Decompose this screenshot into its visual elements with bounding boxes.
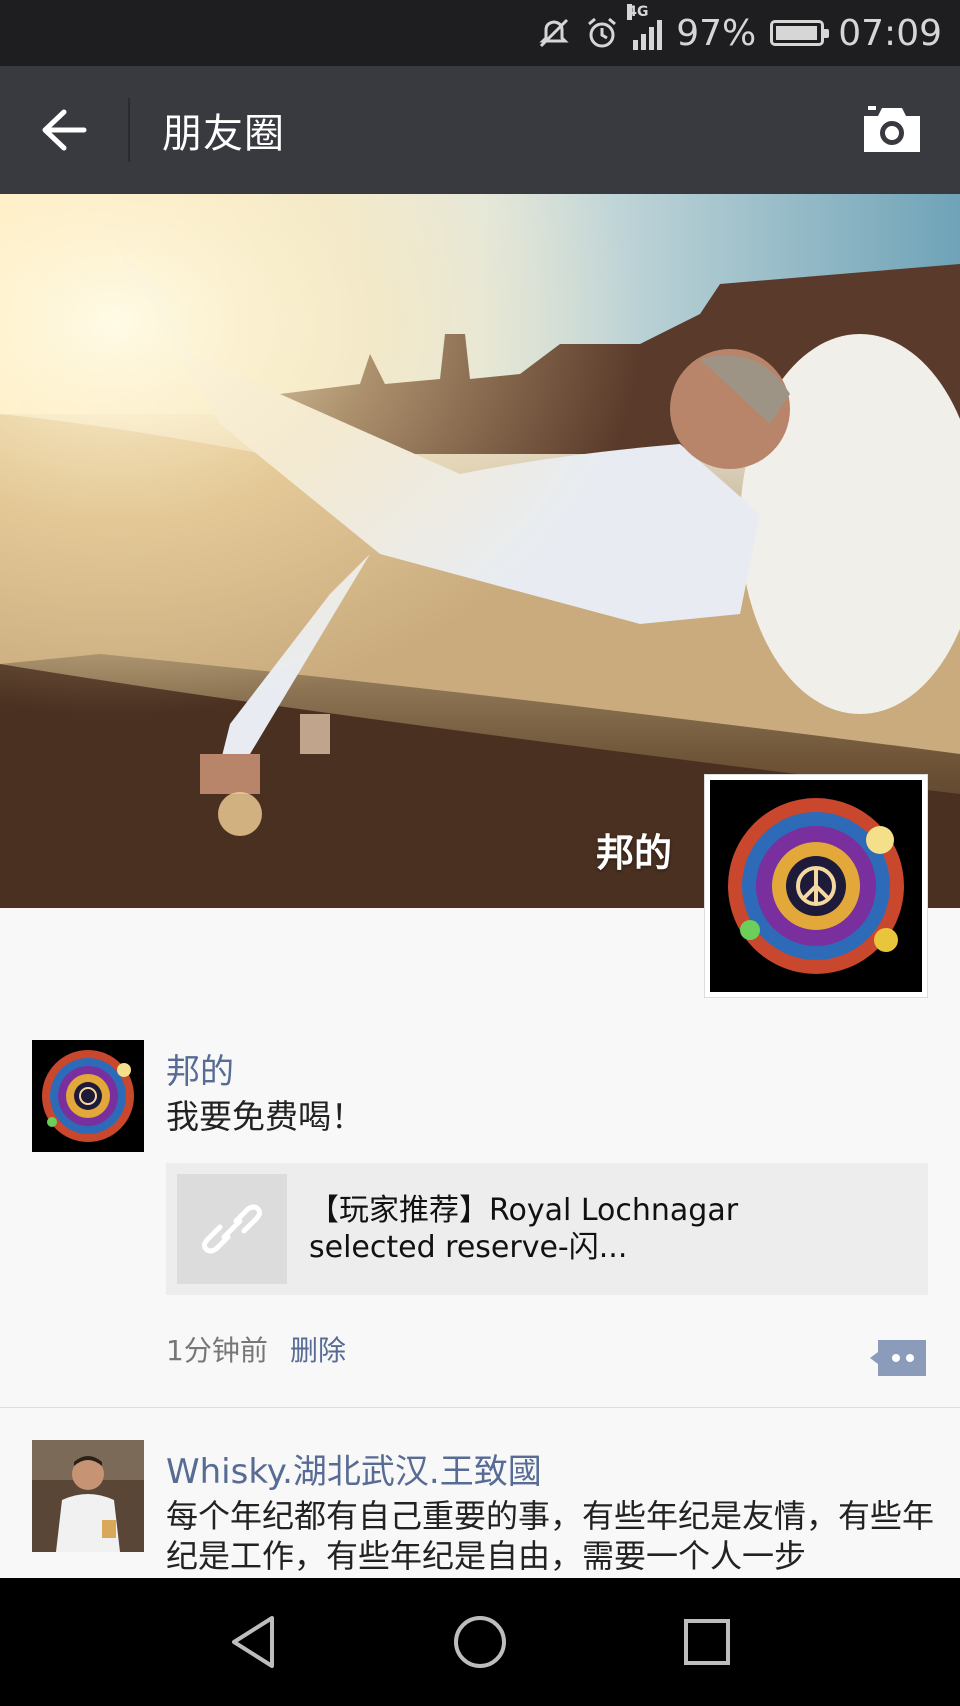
shared-link-card[interactable]: 【玩家推荐】Royal Lochnagar selected reserve-闪… <box>166 1163 928 1295</box>
title-divider <box>128 98 130 162</box>
battery-icon <box>770 20 830 46</box>
link-thumbnail <box>177 1174 287 1284</box>
post-avatar[interactable] <box>32 1440 144 1552</box>
signal-icon: 4G <box>627 4 663 50</box>
link-icon <box>202 1204 262 1254</box>
nav-recents-button[interactable] <box>667 1602 747 1682</box>
title-bar: 朋友圈 <box>0 66 960 194</box>
arrow-left-icon <box>42 109 87 151</box>
page-title: 朋友圈 <box>162 111 285 157</box>
battery-level <box>776 26 817 40</box>
post-divider <box>0 1407 960 1408</box>
post-author[interactable]: Whisky.湖北武汉.王致國 <box>166 1444 542 1493</box>
clock: 07:09 <box>838 12 942 54</box>
delete-button[interactable]: 删除 <box>290 1329 346 1369</box>
mandala-avatar-image <box>32 1040 144 1152</box>
post-avatar[interactable] <box>32 1040 144 1152</box>
navigation-bar <box>0 1578 960 1706</box>
back-triangle-icon <box>232 1616 275 1668</box>
post-text: 每个年纪都有自己重要的事，有些年纪是友情，有些年纪是工作，有些年纪是自由，需要一… <box>166 1497 935 1575</box>
alarm-icon <box>585 16 619 50</box>
cover-avatar[interactable] <box>704 774 928 998</box>
post-text: 我要免费喝！ <box>166 1097 364 1136</box>
recents-square-icon <box>683 1619 730 1665</box>
man-portrait-image <box>32 1440 144 1552</box>
battery-percent: 97% <box>676 12 757 54</box>
post-time: 1分钟前 <box>166 1334 268 1367</box>
post-author[interactable]: 邦的 <box>166 1044 234 1093</box>
status-bar: 4G 97% 07:09 <box>0 0 960 66</box>
nav-back-button[interactable] <box>213 1602 293 1682</box>
link-title: 【玩家推荐】Royal Lochnagar selected reserve-闪… <box>309 1193 739 1265</box>
mute-icon <box>537 16 571 50</box>
cover-user-name: 邦的 <box>595 831 672 875</box>
comment-icon <box>870 1340 926 1376</box>
camera-icon <box>864 106 920 152</box>
home-circle-icon <box>453 1616 506 1668</box>
camera-button[interactable] <box>860 104 924 156</box>
nav-home-button[interactable] <box>440 1602 520 1682</box>
comment-button[interactable] <box>868 1336 928 1380</box>
network-type: 4G <box>627 4 649 20</box>
mandala-avatar-image <box>710 780 922 992</box>
back-button[interactable] <box>0 66 128 194</box>
